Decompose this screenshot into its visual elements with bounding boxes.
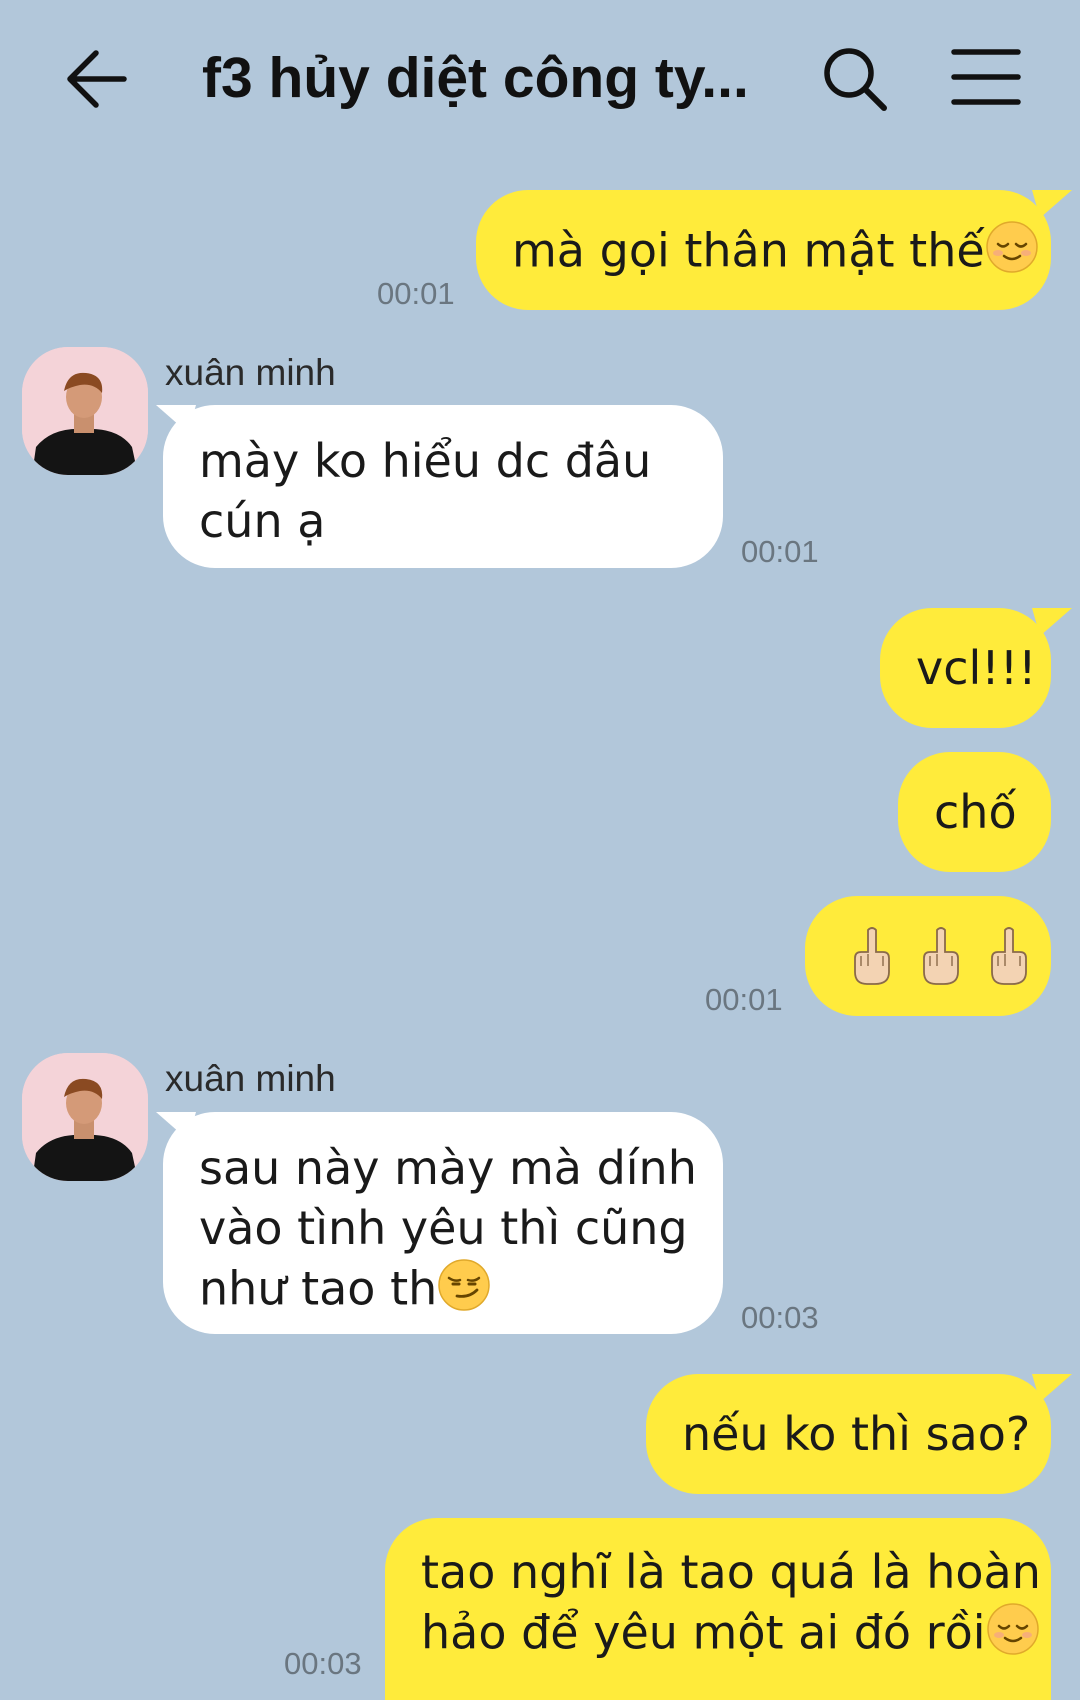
search-icon [824, 48, 887, 111]
middle-finger-emoji [982, 926, 1036, 1000]
middle-finger-emoji [914, 926, 968, 1000]
message-line: hảo để yêu một ai đó rồi [421, 1605, 986, 1660]
back-button[interactable] [62, 44, 132, 114]
message-time: 00:03 [284, 1646, 362, 1681]
message-bubble[interactable]: tao nghĩ là tao quá là hoàn hảo để yêu m… [385, 1518, 1051, 1700]
message-time: 00:01 [741, 534, 819, 569]
message-bubble[interactable]: chố [898, 752, 1051, 872]
middle-finger-emoji [845, 926, 899, 1000]
bubble-tail [1032, 1374, 1072, 1402]
avatar-photo [22, 347, 148, 475]
message-text: vcl!!! [916, 641, 1037, 695]
message-bubble[interactable]: sau này mày mà dính vào tình yêu thì cũn… [163, 1112, 723, 1334]
message-line: sau này mày mà dính [199, 1141, 697, 1195]
message-text: mà gọi thân mật thế [512, 223, 985, 278]
chat-header: f3 hủy diệt công ty... [0, 0, 1080, 150]
menu-button[interactable] [950, 46, 1022, 108]
relieved-face-emoji [985, 220, 1039, 288]
message-bubble[interactable] [805, 896, 1051, 1016]
message-line: tao nghĩ là tao quá là hoàn [421, 1545, 1041, 1599]
avatar-photo [22, 1053, 148, 1181]
message-text: nếu ko thì sao? [682, 1407, 1031, 1461]
arrow-left-icon [67, 50, 127, 108]
message-line: cún ạ [199, 494, 326, 548]
message-bubble[interactable]: vcl!!! [880, 608, 1051, 728]
message-bubble[interactable]: nếu ko thì sao? [646, 1374, 1051, 1494]
bubble-tail [1032, 608, 1072, 636]
avatar[interactable] [22, 347, 148, 475]
smirking-face-emoji [437, 1258, 491, 1326]
message-line: như tao th [199, 1261, 438, 1316]
bubble-tail [1032, 190, 1072, 218]
message-line: mày ko hiểu dc đâu [199, 434, 652, 488]
message-time: 00:01 [705, 982, 783, 1017]
search-button[interactable] [820, 44, 890, 114]
avatar[interactable] [22, 1053, 148, 1181]
relieved-face-emoji [986, 1602, 1040, 1670]
message-time: 00:01 [377, 276, 455, 311]
sender-name: xuân minh [165, 1058, 336, 1099]
message-time: 00:03 [741, 1300, 819, 1335]
hamburger-menu-icon [951, 49, 1021, 105]
message-bubble[interactable]: mày ko hiểu dc đâu cún ạ [163, 405, 723, 568]
message-line: vào tình yêu thì cũng [199, 1201, 688, 1255]
chat-title: f3 hủy diệt công ty... [202, 46, 749, 110]
message-text: chố [934, 785, 1017, 839]
message-bubble[interactable]: mà gọi thân mật thế [476, 190, 1051, 310]
sender-name: xuân minh [165, 352, 336, 393]
